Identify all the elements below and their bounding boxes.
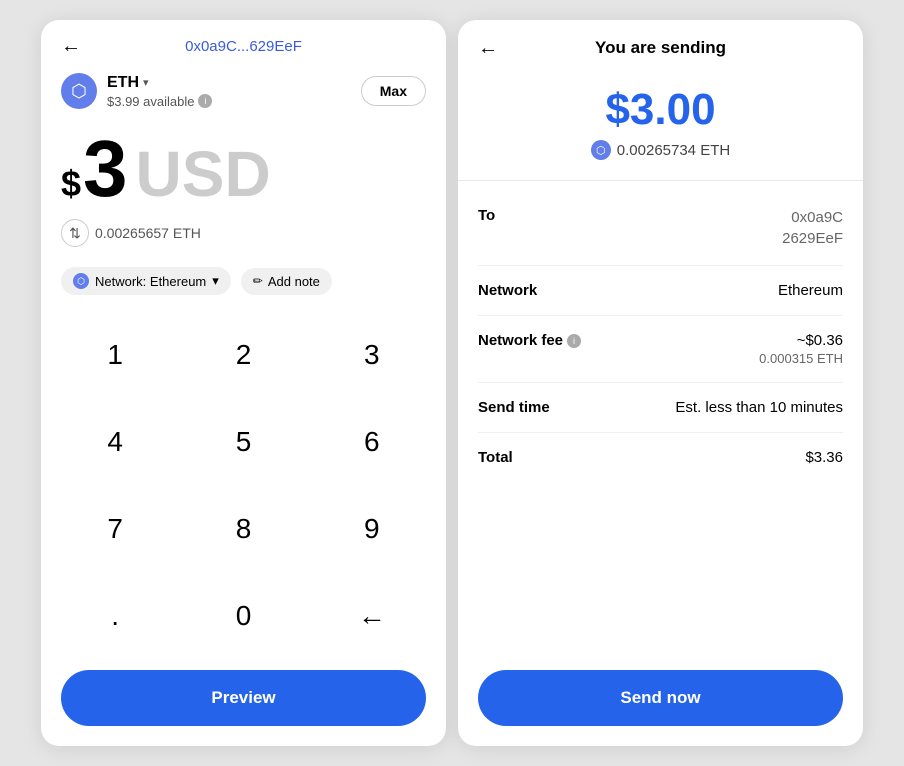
network-fee-row: Network fee i ~$0.36 0.000315 ETH [478,316,843,383]
key-backspace[interactable]: ← [308,573,436,660]
to-row: To 0x0a9C 2629EeF [478,191,843,266]
key-5[interactable]: 5 [179,398,307,485]
network-chevron-icon: ▾ [212,273,219,289]
keypad: 1 2 3 4 5 6 7 8 9 . 0 ← [41,311,446,660]
fee-info-icon[interactable]: i [567,334,581,348]
network-label: Network: Ethereum [95,274,206,289]
fee-label-group: Network fee i [478,332,581,349]
send-time-label: Send time [478,399,550,416]
preview-button[interactable]: Preview [61,670,426,726]
back-button-left[interactable]: ← [61,35,81,58]
network-detail-label: Network [478,282,537,299]
detail-rows: To 0x0a9C 2629EeF Network Ethereum Netwo… [458,181,863,660]
eth-equivalent-text: 0.00265657 ETH [95,225,201,241]
key-3[interactable]: 3 [308,311,436,398]
sending-eth-row: ⬡ 0.00265734 ETH [591,140,730,160]
to-label: To [478,207,495,224]
dollar-sign: $ [61,163,81,205]
back-button-right[interactable]: ← [478,37,498,60]
to-address: 0x0a9C 2629EeF [782,207,843,249]
amount-currency: USD [136,142,271,206]
token-chevron-icon: ▾ [143,76,149,89]
fee-usd: ~$0.36 [797,332,843,349]
sending-eth-amount: 0.00265734 ETH [617,142,730,159]
key-2[interactable]: 2 [179,311,307,398]
network-note-row: ⬡ Network: Ethereum ▾ ✏ Add note [41,259,446,311]
wallet-address[interactable]: 0x0a9C...629EeF [185,38,302,55]
max-button[interactable]: Max [361,76,426,106]
key-1[interactable]: 1 [51,311,179,398]
send-now-button[interactable]: Send now [478,670,843,726]
sending-eth-icon: ⬡ [591,140,611,160]
eth-equivalent-row: ⇅ 0.00265657 ETH [41,215,446,259]
key-6[interactable]: 6 [308,398,436,485]
right-panel-title: You are sending [595,38,726,58]
swap-icon[interactable]: ⇅ [61,219,89,247]
total-value: $3.36 [805,449,843,466]
amount-display: $ 3 USD [41,119,446,215]
network-eth-icon: ⬡ [73,273,89,289]
network-detail-value: Ethereum [778,282,843,299]
key-9[interactable]: 9 [308,486,436,573]
fee-values: ~$0.36 0.000315 ETH [759,332,843,366]
fee-eth: 0.000315 ETH [759,351,843,366]
pencil-icon: ✏ [253,274,263,288]
token-row: ⬡ ETH ▾ $3.99 available i Max [41,65,446,119]
token-balance: $3.99 available i [107,94,212,109]
key-dot[interactable]: . [51,573,179,660]
right-panel: ← You are sending $3.00 ⬡ 0.00265734 ETH… [458,20,863,746]
left-panel: ← 0x0a9C...629EeF ⬡ ETH ▾ $3.99 availabl… [41,20,446,746]
right-header: ← You are sending [458,20,863,72]
amount-number: 3 [83,129,128,209]
total-label: Total [478,449,513,466]
add-note-button[interactable]: ✏ Add note [241,268,332,295]
key-7[interactable]: 7 [51,486,179,573]
send-time-value: Est. less than 10 minutes [675,399,843,416]
key-8[interactable]: 8 [179,486,307,573]
left-header: ← 0x0a9C...629EeF [41,20,446,65]
balance-info-icon[interactable]: i [198,94,212,108]
sending-usd-amount: $3.00 [605,88,715,132]
add-note-label: Add note [268,274,320,289]
key-4[interactable]: 4 [51,398,179,485]
token-details: ETH ▾ $3.99 available i [107,74,212,109]
send-time-row: Send time Est. less than 10 minutes [478,383,843,433]
token-name-row: ETH ▾ [107,74,212,92]
sending-amount-section: $3.00 ⬡ 0.00265734 ETH [458,72,863,181]
key-0[interactable]: 0 [179,573,307,660]
token-info[interactable]: ⬡ ETH ▾ $3.99 available i [61,73,212,109]
token-name: ETH [107,74,139,92]
network-row: Network Ethereum [478,266,843,316]
total-row: Total $3.36 [478,433,843,482]
eth-logo-icon: ⬡ [61,73,97,109]
fee-label: Network fee [478,332,563,349]
network-selector[interactable]: ⬡ Network: Ethereum ▾ [61,267,231,295]
